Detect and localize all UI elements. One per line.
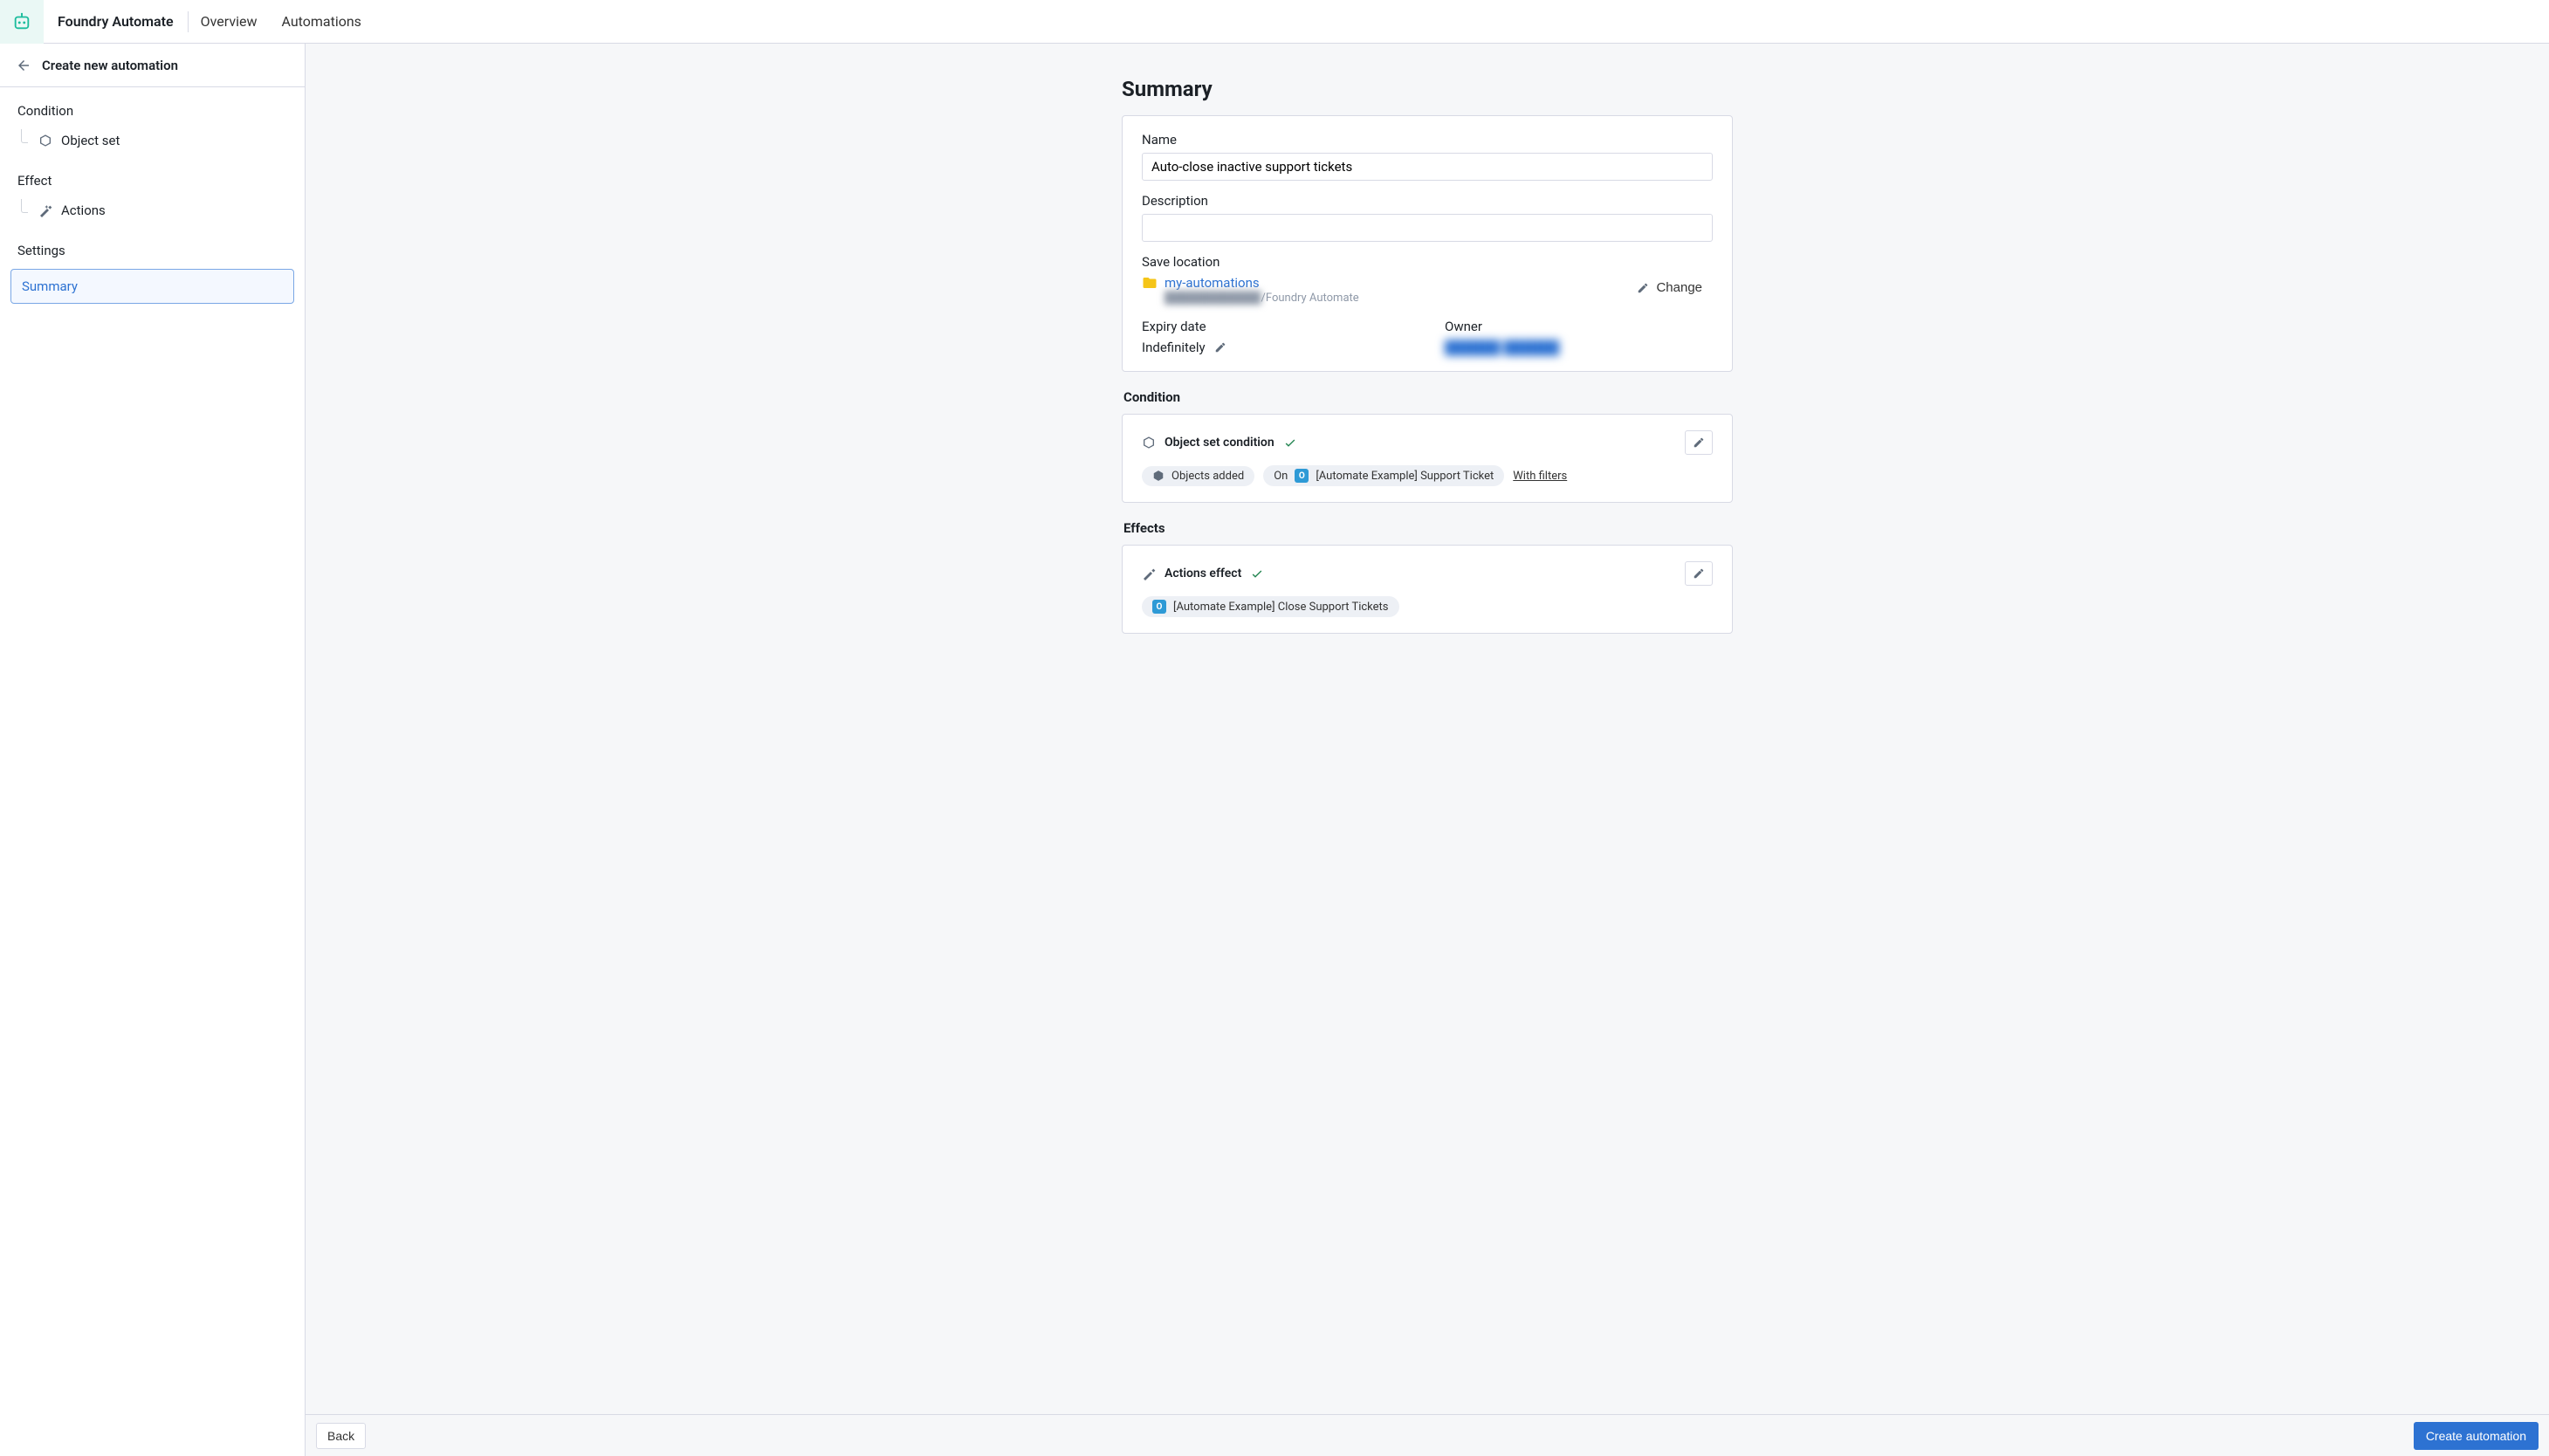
- cube-icon: [1142, 436, 1156, 450]
- description-input[interactable]: [1142, 214, 1713, 242]
- sidebar-title: Create new automation: [42, 58, 178, 73]
- nav-actions-label: Actions: [61, 203, 106, 218]
- wand-icon: [38, 203, 52, 217]
- pencil-icon: [1693, 567, 1705, 580]
- nav-object-set-label: Object set: [61, 133, 120, 148]
- check-icon: [1250, 567, 1264, 580]
- name-input[interactable]: [1142, 153, 1713, 181]
- wand-icon: [1142, 567, 1156, 580]
- with-filters-link[interactable]: With filters: [1513, 470, 1567, 483]
- nav-group-settings: Settings: [0, 227, 305, 264]
- back-button[interactable]: Back: [316, 1423, 366, 1449]
- nav-summary[interactable]: Summary: [10, 269, 294, 304]
- chip-objects-added: Objects added: [1142, 466, 1254, 486]
- folder-icon: [1142, 275, 1158, 291]
- edit-condition-button[interactable]: [1685, 430, 1713, 455]
- pencil-icon: [1693, 436, 1705, 449]
- cube-plus-icon: [1152, 470, 1165, 482]
- actions-effect-title: Actions effect: [1165, 567, 1241, 580]
- expiry-label: Expiry date: [1142, 319, 1410, 334]
- footer-bar: Back Create automation: [306, 1414, 2549, 1456]
- object-set-condition-title: Object set condition: [1165, 436, 1274, 450]
- object-badge-icon: O: [1152, 600, 1166, 614]
- chip-on-object-type: On O [Automate Example] Support Ticket: [1263, 465, 1504, 486]
- name-label: Name: [1142, 132, 1713, 148]
- robot-icon: [12, 12, 31, 31]
- tab-overview[interactable]: Overview: [189, 0, 270, 44]
- workspace: Create new automation Condition Object s…: [0, 44, 2549, 1456]
- section-condition-label: Condition: [1123, 389, 1733, 405]
- save-location-label: Save location: [1142, 254, 1713, 270]
- pencil-icon: [1637, 282, 1649, 294]
- nav-object-set[interactable]: Object set: [0, 124, 305, 157]
- app-logo: [0, 0, 44, 44]
- top-bar: Foundry Automate Overview Automations: [0, 0, 2549, 44]
- sidebar: Create new automation Condition Object s…: [0, 44, 306, 1456]
- summary-card: Name Description Save location: [1122, 115, 1733, 372]
- check-icon: [1283, 436, 1297, 450]
- sidebar-header: Create new automation: [0, 44, 305, 87]
- nav-actions[interactable]: Actions: [0, 194, 305, 227]
- chip-action: O [Automate Example] Close Support Ticke…: [1142, 596, 1399, 617]
- tab-automations[interactable]: Automations: [269, 0, 373, 44]
- change-location-button[interactable]: Change: [1626, 275, 1713, 300]
- section-effects-label: Effects: [1123, 520, 1733, 536]
- expiry-value: Indefinitely: [1142, 340, 1206, 355]
- save-folder-link[interactable]: my-automations: [1165, 275, 1260, 291]
- page-title: Summary: [1122, 77, 1733, 101]
- product-name: Foundry Automate: [44, 11, 189, 32]
- edit-expiry-button[interactable]: [1214, 341, 1226, 354]
- save-folder-path: ████████████/Foundry Automate: [1165, 291, 1359, 305]
- owner-label: Owner: [1445, 319, 1713, 334]
- main-scroll[interactable]: Summary Name Description Save location: [306, 44, 2549, 1414]
- main-panel: Summary Name Description Save location: [306, 44, 2549, 1456]
- edit-effect-button[interactable]: [1685, 561, 1713, 586]
- nav-group-condition: Condition: [0, 87, 305, 124]
- owner-value: ██████ ██████: [1445, 340, 1559, 355]
- effects-card: Actions effect O [Automate Example]: [1122, 545, 1733, 634]
- description-label: Description: [1142, 193, 1713, 209]
- create-automation-button[interactable]: Create automation: [2414, 1422, 2539, 1450]
- nav-group-effect: Effect: [0, 157, 305, 194]
- back-arrow-icon[interactable]: [16, 58, 31, 73]
- cube-icon: [38, 134, 52, 148]
- object-badge-icon: O: [1295, 469, 1309, 483]
- condition-card: Object set condition Objects added: [1122, 414, 1733, 503]
